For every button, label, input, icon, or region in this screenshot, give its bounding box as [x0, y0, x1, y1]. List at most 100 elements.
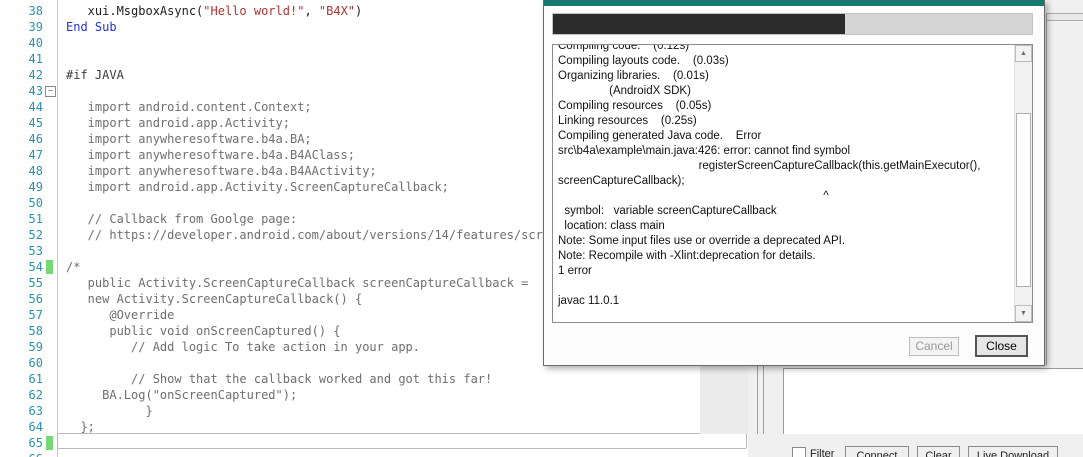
line-number: 62 — [28, 388, 43, 402]
code-text: /* — [66, 260, 81, 274]
line-number: 46 — [28, 132, 43, 146]
line-number: 61 — [28, 372, 43, 386]
gutter-margin — [43, 371, 57, 387]
log-line: screenCaptureCallback); — [558, 175, 685, 187]
code-line[interactable]: 66 — [0, 451, 748, 457]
gutter-margin — [43, 147, 57, 163]
log-line: Note: Recompile with -Xlint:deprecation … — [558, 250, 816, 262]
code-text: import android.app.Activity; — [66, 116, 290, 130]
code-text: // Callback from Goolge page: — [66, 212, 298, 226]
gutter-margin — [43, 227, 57, 243]
log-line: Note: Some input files use or override a… — [558, 235, 846, 247]
code-text: // Show that the callback worked and got… — [66, 372, 493, 386]
code-text: import anywheresoftware.b4a.B4AActivity; — [66, 164, 377, 178]
line-number: 52 — [28, 228, 43, 242]
compile-progress-bar — [552, 13, 1033, 35]
line-number: 65 — [28, 436, 43, 450]
scroll-down-icon[interactable]: ▼ — [1015, 305, 1032, 322]
gutter-margin — [43, 163, 57, 179]
connect-button[interactable]: Connect — [845, 446, 909, 457]
line-number: 40 — [28, 36, 43, 50]
line-number: 60 — [28, 356, 43, 370]
line-number: 49 — [28, 180, 43, 194]
gutter-margin — [43, 179, 57, 195]
line-number: 58 — [28, 324, 43, 338]
dialog-accent-bar — [544, 0, 1044, 6]
code-line[interactable]: 62 BA.Log("onScreenCaptured"); — [0, 387, 748, 403]
filter-checkbox[interactable] — [792, 447, 806, 457]
log-line: src\b4a\example\main.java:426: error: ca… — [558, 145, 851, 157]
log-line: (AndroidX SDK) — [558, 85, 691, 97]
line-number: 50 — [28, 196, 43, 210]
line-number: 48 — [28, 164, 43, 178]
code-text: public void onScreenCaptured() { — [66, 324, 341, 338]
log-line: ^ — [558, 190, 829, 202]
line-number: 56 — [28, 292, 43, 306]
gutter-margin — [43, 35, 57, 51]
scrollbar-thumb[interactable] — [1016, 113, 1031, 287]
line-number: 47 — [28, 148, 43, 162]
gutter-margin — [43, 291, 57, 307]
gutter-separator — [57, 0, 58, 457]
line-number: 59 — [28, 340, 43, 354]
line-number: 64 — [28, 420, 43, 434]
log-line: Organizing libraries. (0.01s) — [558, 70, 709, 82]
gutter-margin — [43, 387, 57, 403]
gutter-margin — [43, 275, 57, 291]
current-line-highlight — [57, 433, 747, 449]
code-line[interactable]: 63 } — [0, 403, 748, 419]
line-number: 51 — [28, 212, 43, 226]
log-line: location: class main — [558, 220, 665, 232]
cancel-button[interactable]: Cancel — [909, 337, 959, 356]
gutter-margin — [43, 307, 57, 323]
gutter-margin — [43, 131, 57, 147]
line-number: 45 — [28, 116, 43, 130]
compile-progress-fill — [553, 14, 846, 34]
fold-collapse-icon[interactable]: − — [45, 86, 56, 97]
close-button[interactable]: Close — [975, 335, 1028, 357]
log-line: Compiling layouts code. (0.03s) — [558, 55, 729, 67]
code-text: #if JAVA — [66, 68, 124, 82]
code-line[interactable]: 61 // Show that the callback worked and … — [0, 371, 748, 387]
line-number: 54 — [28, 260, 43, 274]
right-panel-border — [1046, 20, 1083, 21]
gutter-margin — [43, 419, 57, 435]
line-number: 44 — [28, 100, 43, 114]
right-panel-border — [1046, 13, 1083, 14]
log-line: 1 error — [558, 265, 592, 277]
line-number: 39 — [28, 20, 43, 34]
line-number: 55 — [28, 276, 43, 290]
editor-scrollbar[interactable] — [700, 365, 748, 434]
logs-output-panel[interactable] — [783, 368, 1083, 436]
filter-checkbox-label: Filter — [810, 448, 835, 457]
gutter-margin — [43, 115, 57, 131]
clear-button[interactable]: Clear — [917, 446, 960, 457]
log-line: javac 11.0.1 — [558, 295, 620, 307]
line-number: 38 — [28, 4, 43, 18]
compile-dialog: Compiling code. (0.12s) Compiling layouts… — [543, 0, 1045, 366]
code-text: } — [66, 404, 153, 418]
code-text: BA.Log("onScreenCaptured"); — [66, 388, 298, 402]
gutter-margin — [43, 99, 57, 115]
code-text: @Override — [66, 308, 175, 322]
code-text: import anywheresoftware.b4a.B4AClass; — [66, 148, 355, 162]
log-scrollbar[interactable]: ▲ ▼ — [1014, 45, 1032, 322]
gutter-margin — [43, 403, 57, 419]
gutter-margin — [43, 355, 57, 371]
compile-log-box[interactable]: Compiling code. (0.12s) Compiling layouts… — [552, 44, 1033, 323]
log-line: Linking resources (0.25s) — [558, 115, 697, 127]
gutter-margin — [43, 243, 57, 259]
gutter-margin: − — [43, 83, 57, 99]
live-download-button[interactable]: Live Download — [968, 446, 1058, 457]
compile-log-text: Compiling code. (0.12s) Compiling layouts… — [558, 44, 1014, 309]
line-number: 53 — [28, 244, 43, 258]
gutter-margin — [43, 67, 57, 83]
log-line: Compiling code. (0.12s) — [558, 44, 690, 52]
code-text: // Add logic To take action in your app. — [66, 340, 421, 354]
scroll-up-icon[interactable]: ▲ — [1015, 45, 1032, 62]
line-number: 43 — [28, 84, 43, 98]
